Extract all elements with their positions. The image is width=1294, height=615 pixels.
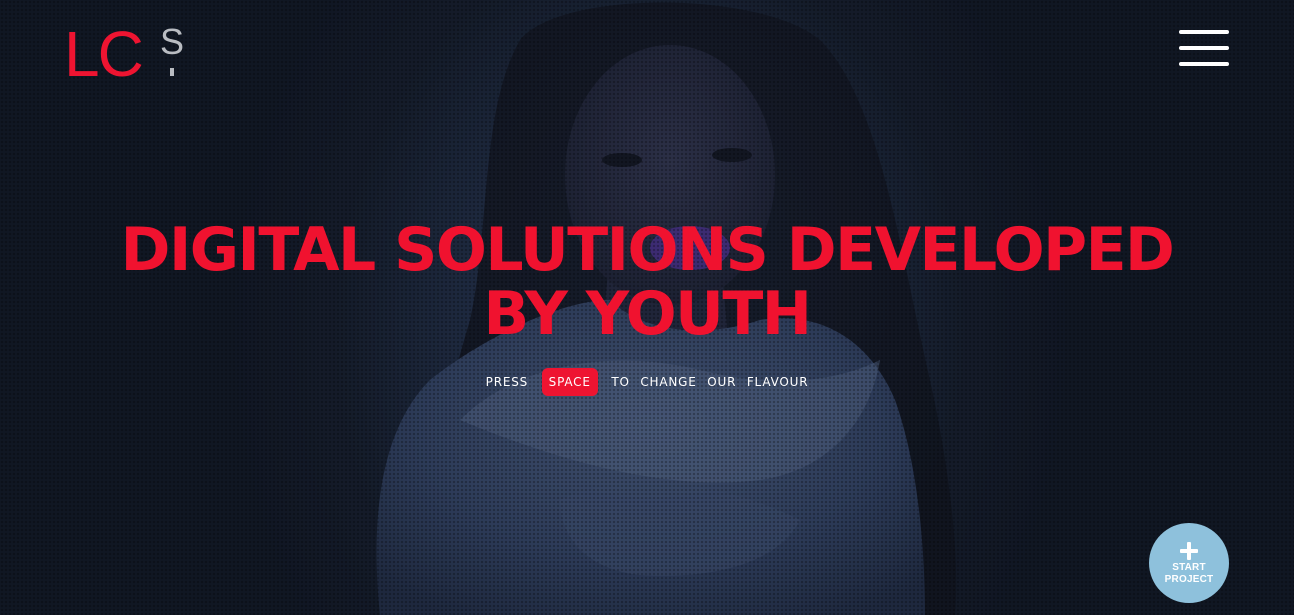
start-label-line-1: START — [1172, 562, 1206, 573]
site-logo[interactable]: LC S — [64, 18, 194, 90]
start-project-label: START PROJECT — [1149, 562, 1229, 586]
press-space-hint: PRESS SPACE TO CHANGE OUR FLAVOUR — [0, 368, 1294, 396]
hero-headline: DIGITAL SOLUTIONS DEVELOPED BY YOUTH — [0, 218, 1294, 346]
logo-mark-lc: LC — [64, 18, 144, 90]
hint-word-to: TO — [611, 375, 630, 389]
logo-dot — [170, 68, 174, 76]
hero-headline-container: DIGITAL SOLUTIONS DEVELOPED BY YOUTH — [0, 218, 1294, 346]
hint-word-change: CHANGE — [640, 375, 697, 389]
menu-bar-bottom — [1179, 62, 1229, 66]
menu-bar-top — [1179, 30, 1229, 34]
headline-line-1: DIGITAL SOLUTIONS DEVELOPED — [120, 215, 1175, 285]
hint-word-our: OUR — [707, 375, 737, 389]
hamburger-menu-icon[interactable] — [1179, 30, 1229, 67]
hint-word-press: PRESS — [485, 375, 529, 389]
hint-word-flavour: FLAVOUR — [746, 375, 809, 389]
top-navigation: LC S — [0, 0, 1294, 100]
space-key-button[interactable]: SPACE — [541, 368, 598, 396]
plus-icon — [1179, 541, 1199, 561]
logo-mark-s: S — [160, 21, 185, 62]
start-label-line-2: PROJECT — [1164, 574, 1214, 585]
hero-section: LC S DIGITAL SOLUTIONS DEVELOPED BY YOUT… — [0, 0, 1294, 615]
headline-line-2: BY YOUTH — [483, 279, 812, 349]
start-project-button[interactable]: START PROJECT — [1149, 523, 1229, 603]
menu-bar-middle — [1179, 46, 1229, 50]
